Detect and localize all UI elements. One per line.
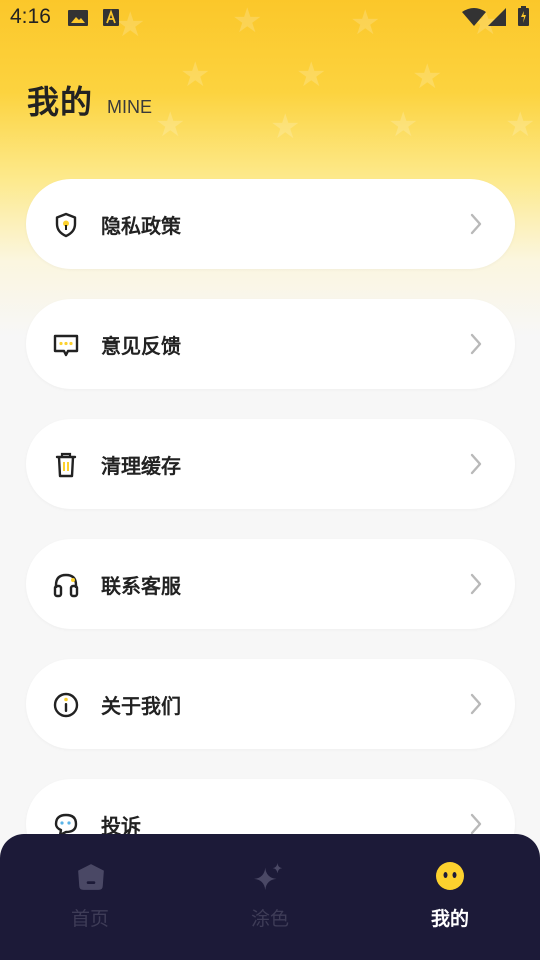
chevron-right-icon [470, 453, 482, 475]
menu-item-label: 关于我们 [101, 694, 181, 718]
home-icon [78, 864, 104, 890]
chevron-right-icon [470, 813, 482, 835]
info-icon [53, 692, 79, 718]
feedback-icon [53, 334, 79, 357]
tab-label: 我的 [430, 908, 469, 930]
page-title: 我的 [27, 83, 94, 121]
tab-coloring[interactable]: 涂色 [180, 834, 360, 960]
face-icon [436, 862, 464, 890]
page-subtitle: MINE [107, 97, 152, 117]
star-decoration: ★ [505, 105, 536, 145]
tab-mine[interactable]: 我的 [360, 834, 540, 960]
tab-home[interactable]: 首页 [0, 834, 180, 960]
star-decoration: ★ [296, 55, 327, 95]
menu-item-label: 联系客服 [101, 574, 181, 598]
menu-item-customer-service[interactable]: 联系客服 [26, 539, 515, 629]
headset-icon [53, 573, 79, 598]
tab-label: 首页 [70, 908, 109, 930]
chevron-right-icon [470, 573, 482, 595]
signal-icon [488, 8, 506, 26]
tab-label: 涂色 [250, 908, 289, 930]
menu-item-label: 清理缓存 [101, 454, 181, 478]
battery-icon [518, 6, 529, 26]
wifi-icon [462, 8, 486, 26]
menu-item-privacy-policy[interactable]: 隐私政策 [26, 179, 515, 269]
status-time: 4:16 [10, 5, 51, 28]
menu-item-clear-cache[interactable]: 清理缓存 [26, 419, 515, 509]
bottom-tab-bar: 首页 涂色 我的 [0, 834, 540, 960]
chevron-right-icon [470, 693, 482, 715]
chevron-right-icon [470, 333, 482, 355]
menu-item-feedback[interactable]: 意见反馈 [26, 299, 515, 389]
star-decoration: ★ [180, 55, 211, 95]
shield-icon [55, 212, 77, 238]
chevron-right-icon [470, 213, 482, 235]
menu-item-label: 隐私政策 [101, 214, 181, 238]
trash-icon [55, 452, 77, 478]
star-decoration: ★ [412, 57, 443, 97]
star-decoration: ★ [270, 107, 301, 147]
star-decoration: ★ [388, 105, 419, 145]
status-bar: 4:16 [0, 0, 540, 36]
image-icon [68, 10, 88, 26]
menu-item-about-us[interactable]: 关于我们 [26, 659, 515, 749]
menu-item-label: 意见反馈 [101, 334, 181, 358]
star-decoration: ★ [155, 105, 186, 145]
text-a-icon [103, 9, 119, 26]
sparkle-icon [254, 862, 283, 891]
